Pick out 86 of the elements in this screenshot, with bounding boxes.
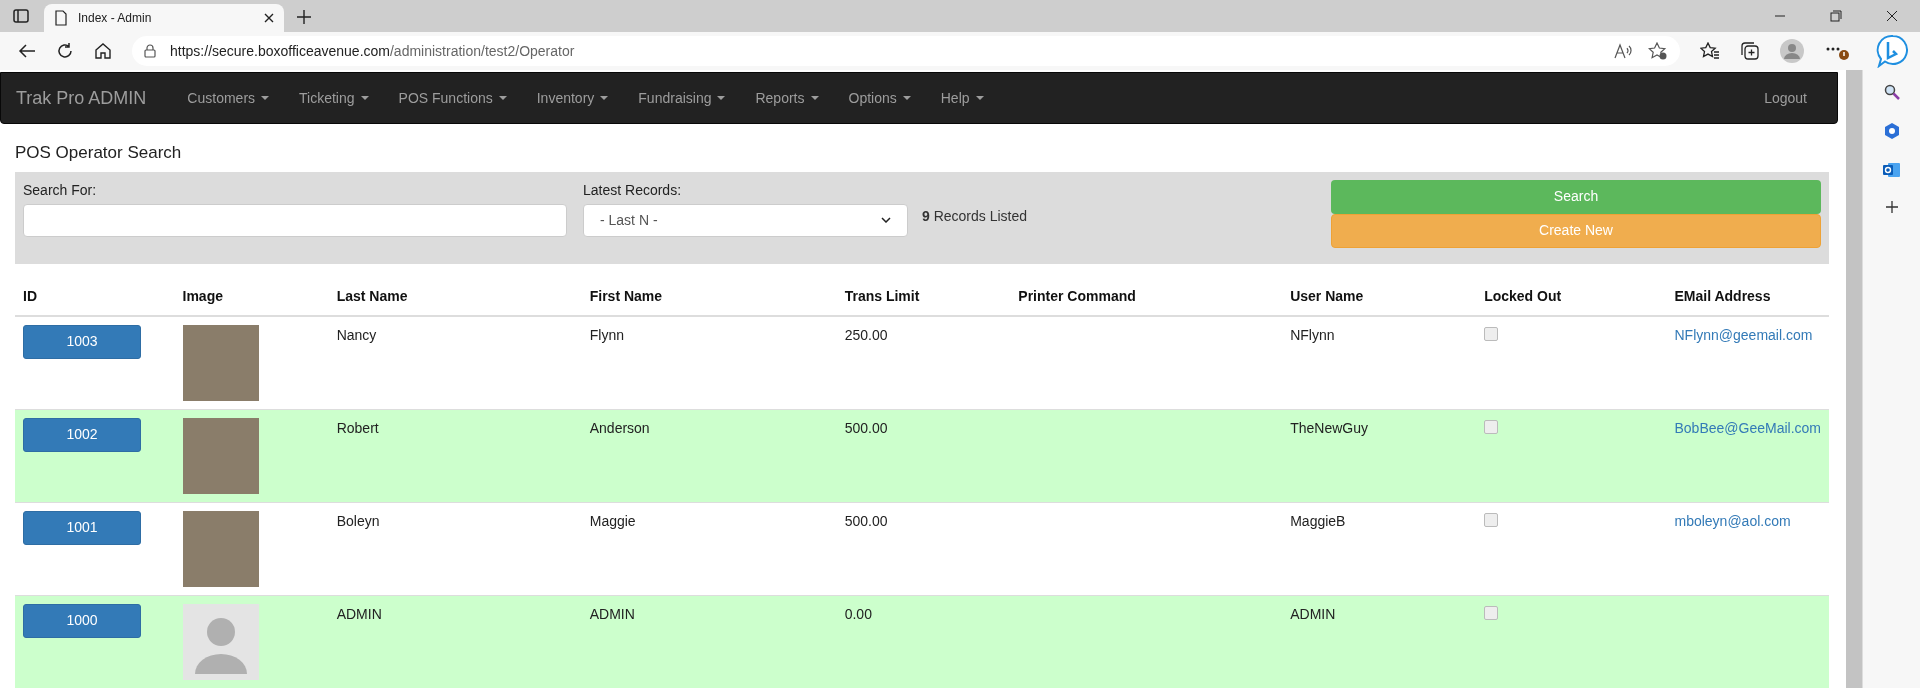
caret-icon bbox=[360, 96, 369, 100]
caret-icon bbox=[810, 96, 819, 100]
id-button[interactable]: 1002 bbox=[23, 417, 141, 452]
caret-icon bbox=[902, 96, 911, 100]
search-field[interactable] bbox=[23, 203, 567, 237]
mail-icon[interactable] bbox=[1882, 162, 1901, 178]
plus-icon[interactable] bbox=[1884, 200, 1899, 214]
table-cell: Boleyn bbox=[328, 502, 582, 595]
page-icon bbox=[54, 10, 68, 26]
brand-link[interactable]: Trak Pro ADMIN bbox=[16, 84, 147, 112]
favorites-icon[interactable] bbox=[1700, 42, 1720, 60]
nav-menu[interactable]: Ticketing bbox=[284, 87, 384, 109]
back-icon[interactable] bbox=[18, 43, 36, 59]
nav-menu[interactable]: Customers bbox=[172, 87, 285, 109]
caret-icon bbox=[261, 96, 270, 100]
latest-records-select[interactable]: - Last N - bbox=[583, 203, 908, 237]
table-cell: Nancy bbox=[328, 315, 582, 409]
table-cell: Robert bbox=[328, 409, 582, 502]
table-cell: ADMIN bbox=[581, 595, 837, 688]
logout-link[interactable]: Logout bbox=[1749, 87, 1822, 109]
column-header: Printer Command bbox=[1010, 277, 1283, 316]
table-cell: 250.00 bbox=[836, 315, 1011, 409]
email-link[interactable]: NFlynn@geemail.com bbox=[1674, 326, 1813, 343]
nav-menu[interactable]: POS Functions bbox=[383, 87, 522, 109]
tab-actions-icon[interactable] bbox=[12, 7, 30, 25]
nav-menu[interactable]: Fundraising bbox=[623, 87, 741, 109]
checkbox[interactable] bbox=[1484, 419, 1499, 434]
hexagon-icon[interactable] bbox=[1883, 122, 1900, 140]
column-header: Image bbox=[174, 277, 329, 316]
table-cell: Flynn bbox=[581, 315, 837, 409]
checkbox[interactable] bbox=[1484, 326, 1499, 341]
chevron-down-icon bbox=[881, 217, 891, 223]
home-icon[interactable] bbox=[94, 42, 112, 60]
nav-menu[interactable]: Inventory bbox=[521, 87, 624, 109]
column-header: Trans Limit bbox=[836, 277, 1011, 316]
page-title: POS Operator Search bbox=[15, 142, 183, 164]
url-text: https://secure.boxofficeavenue.com/administration/test2/Operator bbox=[170, 41, 576, 61]
table-cell: Maggie bbox=[581, 502, 837, 595]
table-cell: ADMIN bbox=[328, 595, 582, 688]
column-header: Locked Out bbox=[1476, 277, 1667, 316]
restore-icon[interactable] bbox=[1830, 10, 1842, 22]
caret-icon bbox=[975, 96, 984, 100]
table-cell: 500.00 bbox=[836, 409, 1011, 502]
id-button[interactable]: 1003 bbox=[23, 324, 141, 359]
profile-icon[interactable] bbox=[1780, 39, 1804, 63]
table-cell: Anderson bbox=[581, 409, 837, 502]
table-cell: MaggieB bbox=[1282, 502, 1477, 595]
close-icon[interactable] bbox=[264, 13, 274, 23]
field-label: Latest Records: bbox=[583, 180, 683, 200]
caret-icon bbox=[498, 96, 507, 100]
table-cell: 0.00 bbox=[836, 595, 1011, 688]
column-header: User Name bbox=[1282, 277, 1477, 316]
browser-tab[interactable]: Index - Admin bbox=[44, 4, 284, 32]
read-aloud-icon[interactable] bbox=[1614, 43, 1634, 59]
search-icon[interactable] bbox=[1883, 84, 1900, 100]
checkbox[interactable] bbox=[1484, 605, 1499, 620]
lock-icon bbox=[144, 44, 156, 58]
caret-icon bbox=[717, 96, 726, 100]
table-cell: TheNewGuy bbox=[1282, 409, 1477, 502]
refresh-icon[interactable] bbox=[56, 42, 74, 60]
column-header: Last Name bbox=[328, 277, 582, 316]
chat-bubble-icon[interactable] bbox=[1876, 34, 1910, 68]
nav-menu[interactable]: Options bbox=[833, 87, 926, 109]
caret-icon bbox=[600, 96, 609, 100]
scrollbar[interactable] bbox=[1846, 70, 1862, 688]
records-count: 9 Records Listed bbox=[922, 207, 1028, 224]
column-header: EMail Address bbox=[1666, 277, 1829, 316]
email-link[interactable]: BobBee@GeeMail.com bbox=[1674, 419, 1821, 436]
field-label: Search For: bbox=[23, 180, 98, 200]
address-bar[interactable]: https://secure.boxofficeavenue.com/administration/test2/Operator bbox=[132, 36, 1680, 66]
star-add-icon[interactable] bbox=[1648, 42, 1668, 60]
checkbox[interactable] bbox=[1484, 512, 1499, 527]
id-button[interactable]: 1000 bbox=[23, 603, 141, 638]
id-button[interactable]: 1001 bbox=[23, 510, 141, 545]
tab-title: Index - Admin bbox=[78, 10, 153, 27]
table-cell: ADMIN bbox=[1282, 595, 1477, 688]
nav-menu[interactable]: Help bbox=[925, 87, 999, 109]
table-cell: 500.00 bbox=[836, 502, 1011, 595]
collections-icon[interactable] bbox=[1740, 42, 1760, 60]
close-icon[interactable] bbox=[1886, 10, 1898, 22]
email-link[interactable]: mboleyn@aol.com bbox=[1674, 512, 1791, 529]
column-header: First Name bbox=[581, 277, 837, 316]
nav-menu[interactable]: Reports bbox=[740, 87, 834, 109]
table-cell: NFlynn bbox=[1282, 315, 1477, 409]
new-tab-icon[interactable] bbox=[296, 9, 312, 25]
column-header: ID bbox=[15, 277, 175, 316]
